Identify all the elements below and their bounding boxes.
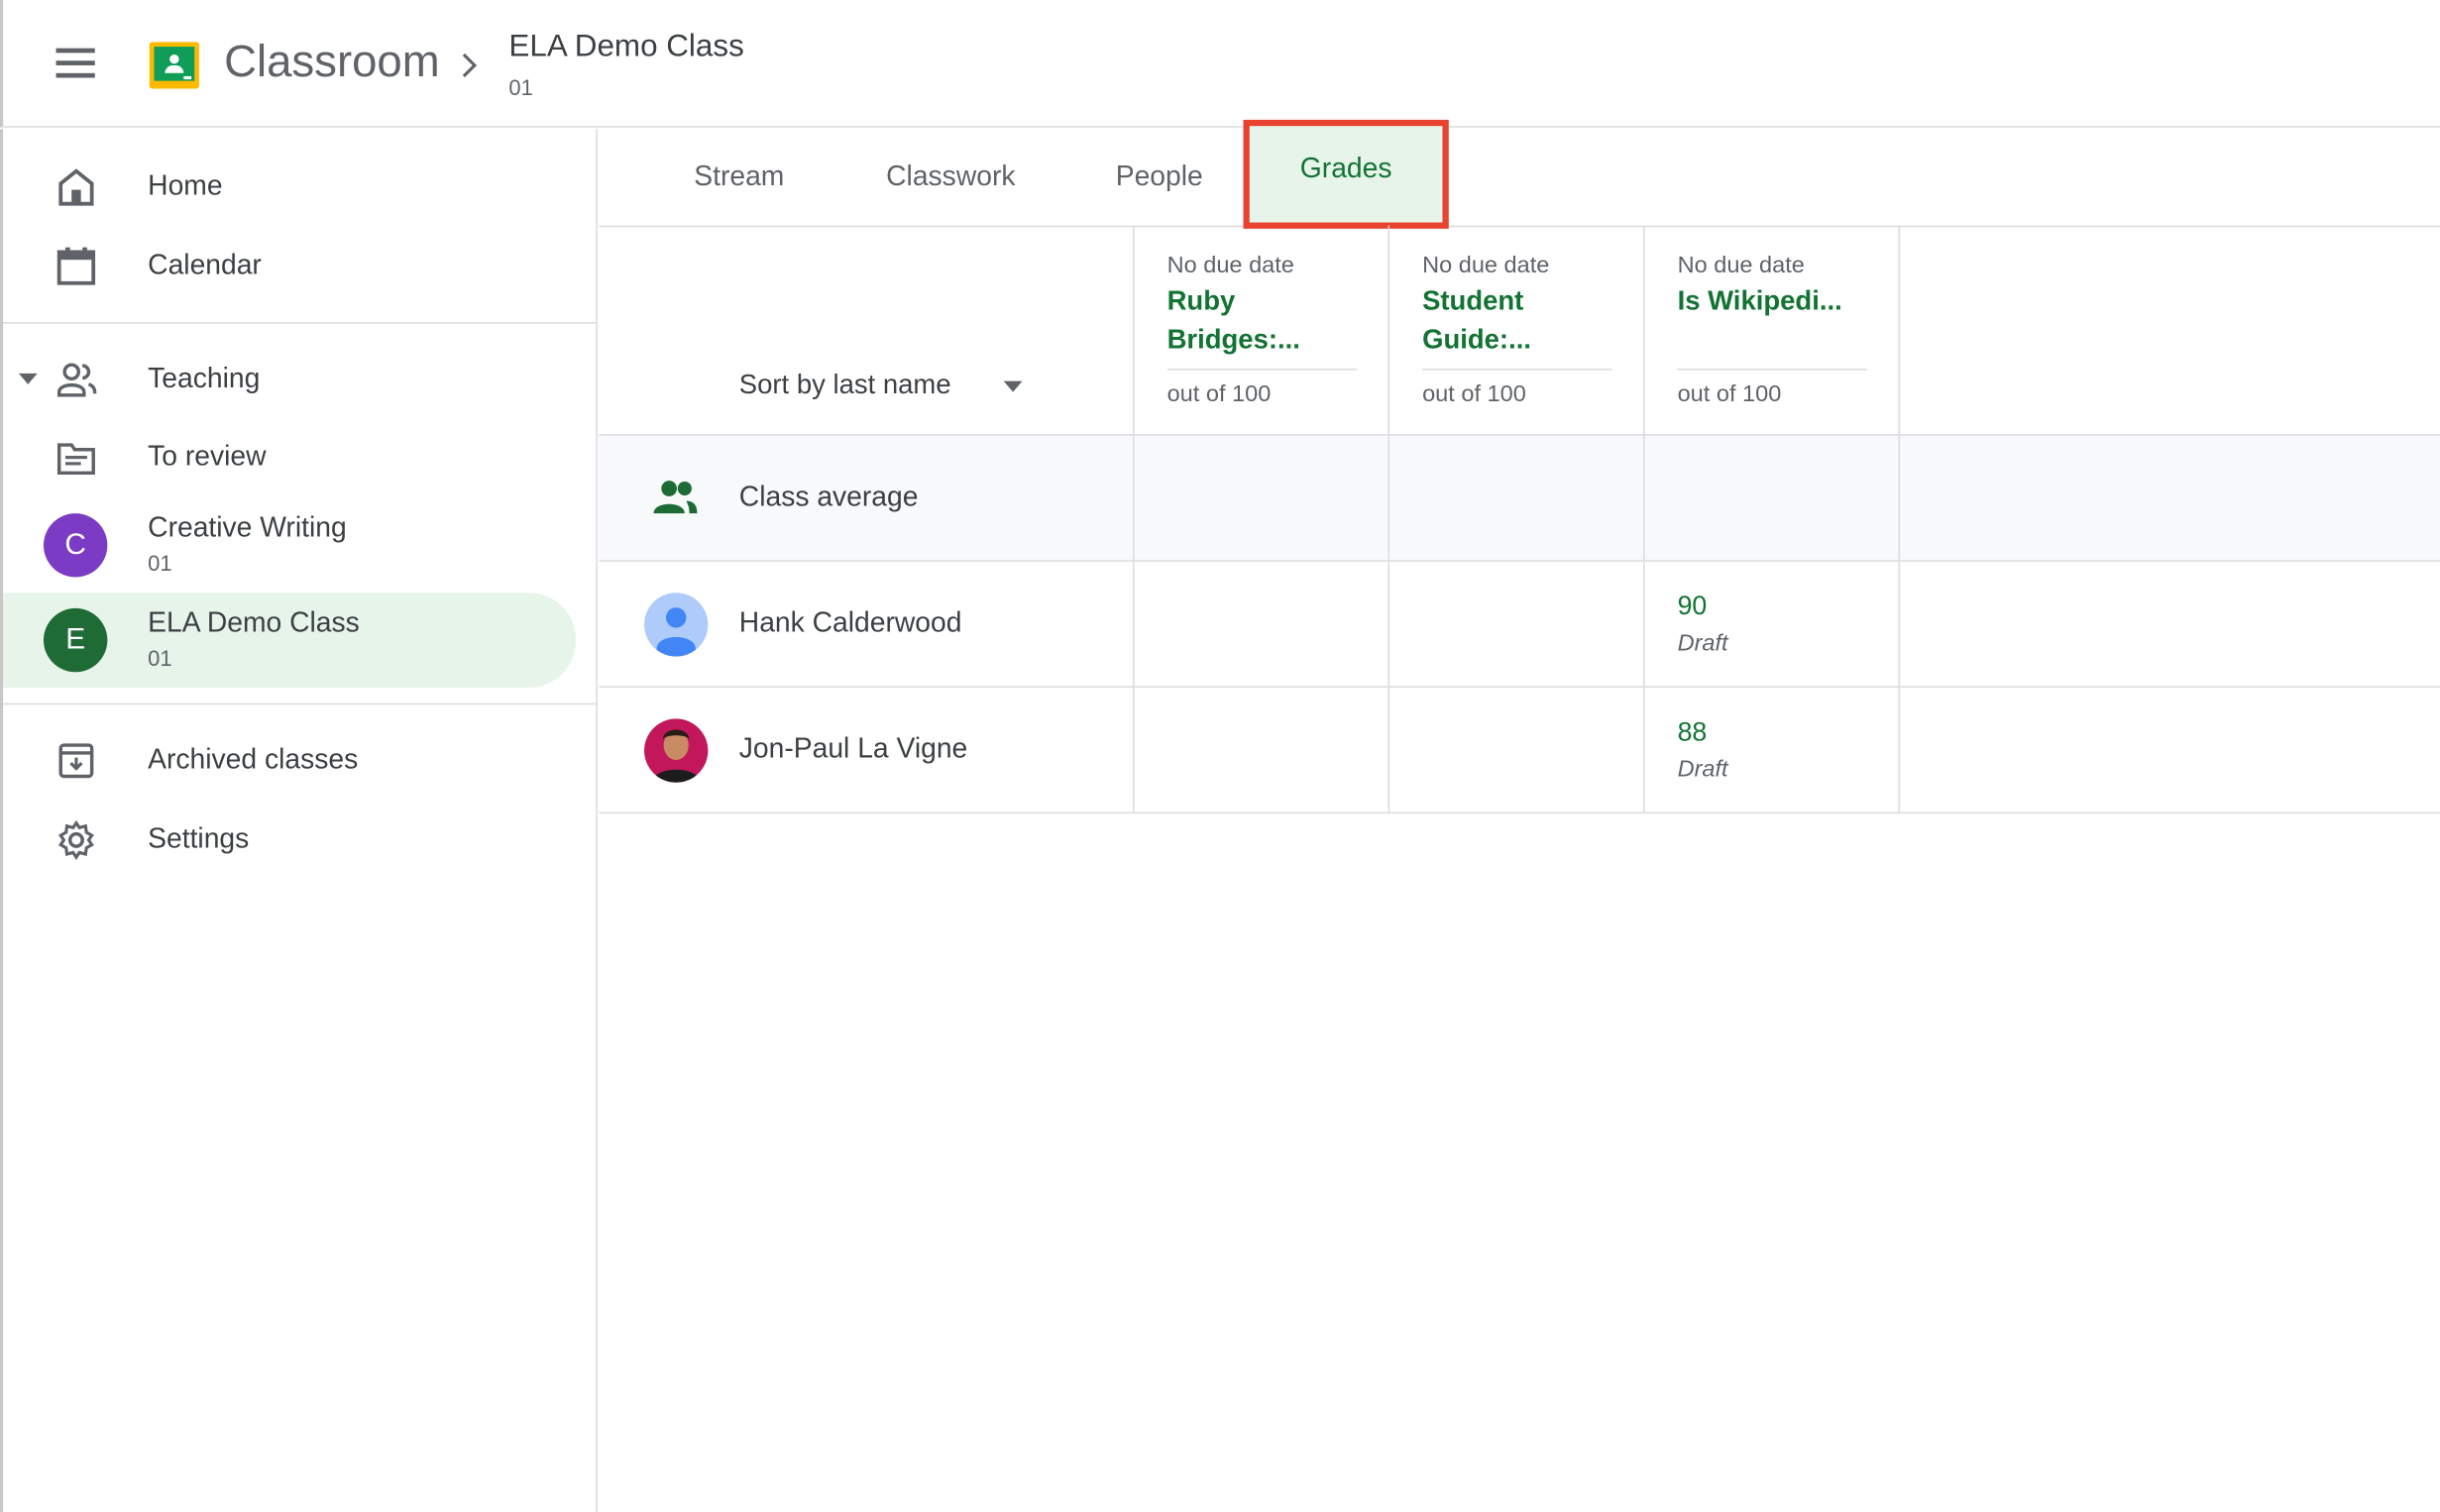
grade-value[interactable]: 90 [1678,592,1708,622]
column-divider [1898,225,1901,435]
grade-status: Draft [1677,629,1728,657]
class-section: 01 [148,550,172,576]
avatar[interactable] [644,593,709,657]
table-row: Hank Calderwood 90 Draft [599,560,2440,687]
grade-cell[interactable] [1387,435,1645,561]
class-tabs: Stream Classwork People Grades [599,119,2440,229]
grade-cell[interactable]: 88 Draft [1643,687,1900,812]
tab-grades[interactable]: Grades [1243,119,1449,229]
sidebar-item-label: To review [148,440,267,472]
teaching-people-icon [56,363,97,397]
grade-cell[interactable] [1643,435,1900,561]
gear-icon [57,819,94,860]
archive-icon [58,743,94,779]
sidebar-item-label: Settings [148,822,250,854]
grade-cell[interactable]: 90 Draft [1643,561,1900,687]
student-name[interactable]: Hank Calderwood [739,606,962,639]
sidebar-item-label: Archived classes [148,743,359,775]
tab-stream[interactable]: Stream [661,129,817,225]
sidebar-divider [3,702,598,705]
tab-classwork[interactable]: Classwork [863,129,1038,225]
sidebar-item-home[interactable]: Home [3,148,576,222]
table-bottom-border [599,811,2440,814]
sidebar: Home Calendar Teaching To review C Creat… [0,129,598,1512]
home-icon [58,168,94,206]
sidebar-item-calendar[interactable]: Calendar [3,227,576,301]
sort-dropdown[interactable]: Sort by last name [739,369,951,401]
class-section: 01 [148,645,172,671]
sidebar-divider [3,322,598,324]
table-row: Jon-Paul La Vigne 88 Draft [599,686,2440,812]
column-divider [1898,687,1901,812]
class-average-row: Class average [599,434,2440,561]
classroom-logo-icon[interactable] [149,42,199,89]
grade-status: Draft [1677,756,1728,783]
tab-people[interactable]: People [1084,129,1234,225]
chevron-right-icon [462,53,478,78]
breadcrumb-class-title[interactable]: ELA Demo Class [508,30,743,65]
due-date: No due date [1422,252,1550,279]
breadcrumb-class-section: 01 [508,74,533,100]
grade-cell[interactable] [1133,561,1389,687]
main-menu-icon[interactable] [55,48,95,79]
student-name[interactable]: Jon-Paul La Vigne [739,733,967,766]
class-name: Creative Writing [148,511,347,543]
grade-cell[interactable] [1133,687,1389,812]
app-title[interactable]: Classroom [224,38,440,89]
sidebar-item-label: Home [148,169,223,201]
to-review-folder-icon [56,443,95,476]
main-content: Stream Classwork People Grades Sort by l… [599,119,2440,1512]
assignment-title-link[interactable]: Is Wikipedi... [1678,281,1868,320]
assignment-title-link[interactable]: Ruby Bridges:... [1167,281,1358,360]
grade-cell[interactable] [1387,687,1645,812]
class-name: ELA Demo Class [148,606,360,638]
sidebar-item-archived[interactable]: Archived classes [3,722,576,797]
sidebar-item-teaching[interactable]: Teaching [3,341,576,415]
assignment-column-header: No due date Ruby Bridges:... out of 100 [1133,225,1389,435]
sidebar-item-settings[interactable]: Settings [3,802,576,876]
sidebar-item-label: Teaching [148,362,261,394]
points-possible: out of 100 [1166,380,1272,408]
class-avatar: E [43,607,108,673]
class-avatar: C [43,513,108,578]
due-date: No due date [1166,252,1294,279]
assignment-column-header: No due date Is Wikipedi... out of 100 [1643,225,1900,435]
avatar[interactable] [644,718,709,783]
sidebar-class-creative-writing[interactable]: C Creative Writing 01 [3,497,576,593]
grade-cell[interactable] [1387,561,1645,687]
sidebar-item-label: Calendar [148,249,262,280]
assignment-column-header: No due date Student Guide:... out of 100 [1387,225,1645,435]
class-group-icon [653,481,698,514]
sidebar-class-ela-demo[interactable]: E ELA Demo Class 01 [3,593,576,688]
top-app-bar: Classroom ELA Demo Class 01 [0,0,2440,128]
points-possible: out of 100 [1677,380,1782,408]
expand-caret-icon[interactable] [18,373,38,384]
points-possible: out of 100 [1422,380,1526,408]
dropdown-arrow-icon[interactable] [1003,380,1023,392]
assignment-title-link[interactable]: Student Guide:... [1422,281,1612,360]
calendar-icon [56,247,96,285]
class-average-label: Class average [738,481,919,512]
grade-cell[interactable] [1133,435,1389,561]
column-divider [1898,435,1901,561]
due-date: No due date [1677,252,1805,279]
column-divider [1898,561,1901,687]
sidebar-item-to-review[interactable]: To review [3,418,576,492]
grade-value[interactable]: 88 [1678,717,1708,748]
